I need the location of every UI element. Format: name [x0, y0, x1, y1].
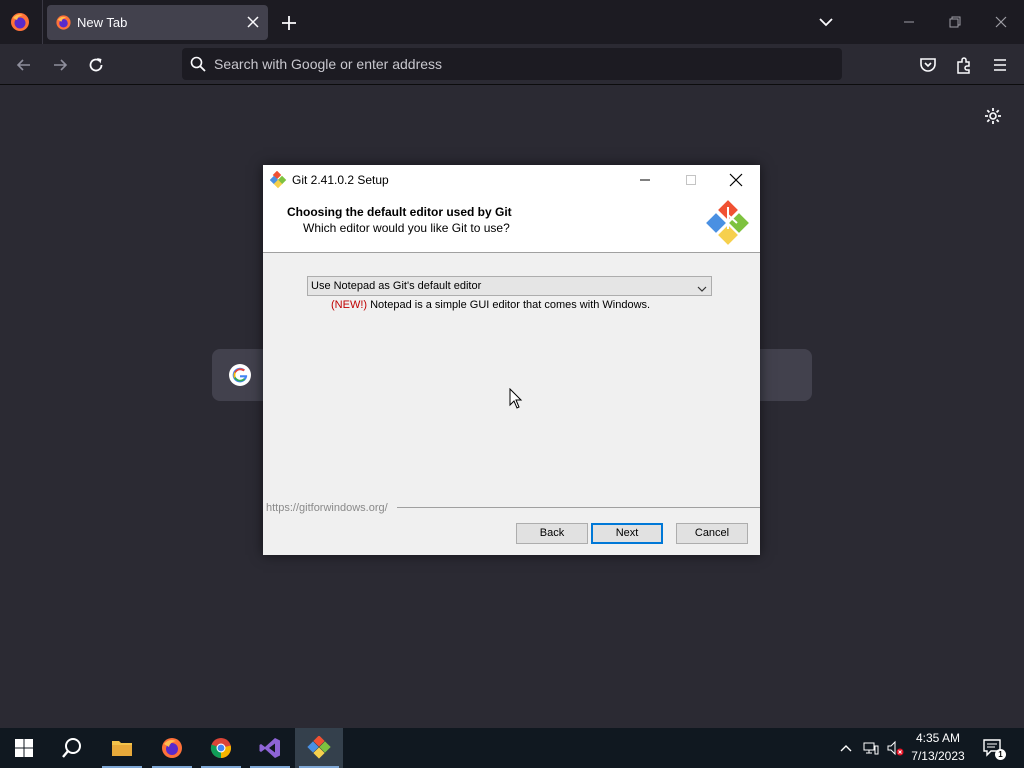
firefox-taskbar-icon[interactable]: [148, 728, 196, 768]
cancel-button[interactable]: Cancel: [676, 523, 748, 544]
git-icon: [269, 170, 288, 189]
editor-description: (NEW!) Notepad is a simple GUI editor th…: [331, 299, 650, 311]
chrome-icon[interactable]: [197, 728, 245, 768]
hamburger-menu-icon[interactable]: [990, 55, 1010, 75]
dialog-title: Git 2.41.0.2 Setup: [292, 173, 389, 187]
new-tag: (NEW!): [331, 299, 368, 311]
address-bar[interactable]: [182, 48, 842, 80]
notification-center-icon[interactable]: 1: [982, 738, 1006, 760]
back-button[interactable]: Back: [516, 523, 588, 544]
window-minimize-button[interactable]: [898, 12, 920, 32]
window-close-button[interactable]: [990, 12, 1012, 32]
address-input[interactable]: [214, 48, 814, 80]
dialog-titlebar[interactable]: Git 2.41.0.2 Setup: [263, 165, 760, 195]
dialog-header: Choosing the default editor used by Git …: [263, 195, 760, 253]
page-title: Choosing the default editor used by Git: [287, 205, 512, 219]
visual-studio-icon[interactable]: [246, 728, 294, 768]
git-setup-dialog: Git 2.41.0.2 Setup Choosing the default …: [263, 165, 760, 555]
tab-title: New Tab: [77, 15, 128, 30]
tab-strip: New Tab: [0, 0, 1024, 44]
google-logo-icon: [228, 363, 252, 387]
reload-icon[interactable]: [86, 55, 106, 75]
dialog-close-button[interactable]: [726, 170, 746, 190]
pocket-icon[interactable]: [918, 55, 938, 75]
nav-bar: [0, 44, 1024, 85]
clock-time[interactable]: 4:35 AM: [904, 731, 972, 745]
mouse-cursor-icon: [509, 387, 523, 410]
firefox-icon: [55, 14, 72, 31]
dialog-maximize-button: [681, 171, 701, 189]
next-button[interactable]: Next: [591, 523, 663, 544]
firefox-view-icon[interactable]: [8, 10, 32, 34]
taskbar-search-icon[interactable]: [48, 728, 96, 768]
taskbar: 4:35 AM 7/13/2023 1: [0, 728, 1024, 768]
new-tab-button[interactable]: [278, 12, 300, 34]
forward-arrow-icon[interactable]: [50, 55, 70, 75]
page-subtitle: Which editor would you like Git to use?: [303, 221, 510, 235]
back-arrow-icon[interactable]: [14, 55, 34, 75]
gear-icon[interactable]: [983, 106, 1003, 126]
chevron-up-icon[interactable]: [838, 740, 854, 756]
git-setup-taskbar-icon[interactable]: [295, 728, 343, 768]
tab-new-tab[interactable]: New Tab: [47, 5, 268, 40]
search-icon: [190, 56, 206, 72]
gitforwindows-link[interactable]: https://gitforwindows.org/: [266, 502, 392, 514]
tab-close-icon[interactable]: [246, 15, 260, 29]
extensions-icon[interactable]: [954, 55, 974, 75]
notification-count-badge: 1: [995, 749, 1006, 760]
file-explorer-icon[interactable]: [98, 728, 146, 768]
network-icon[interactable]: [862, 739, 880, 757]
chevron-down-icon[interactable]: [816, 12, 836, 32]
clock-date[interactable]: 7/13/2023: [904, 749, 972, 763]
git-logo-icon: [703, 199, 755, 251]
start-button[interactable]: [0, 728, 48, 768]
dialog-minimize-button[interactable]: [635, 171, 655, 189]
editor-description-text: Notepad is a simple GUI editor that come…: [367, 299, 651, 311]
tab-separator: [42, 0, 43, 44]
window-restore-button[interactable]: [944, 12, 966, 32]
editor-dropdown[interactable]: Use Notepad as Git's default editor: [307, 276, 712, 296]
volume-muted-icon[interactable]: [886, 739, 904, 757]
chevron-down-icon: [697, 281, 707, 292]
editor-dropdown-value: Use Notepad as Git's default editor: [311, 280, 482, 292]
